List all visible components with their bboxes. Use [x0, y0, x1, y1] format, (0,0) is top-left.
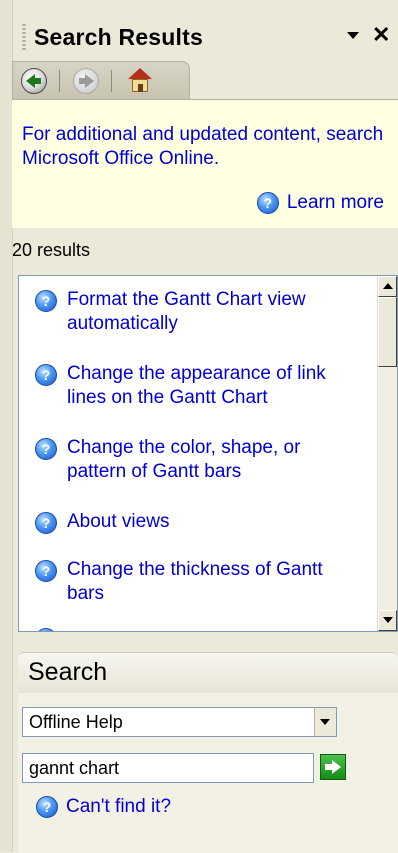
- arrow-down-icon: [383, 617, 393, 623]
- search-section: Search Offline Help ? Can't find it?: [18, 652, 398, 853]
- search-input[interactable]: [22, 753, 314, 783]
- help-topic-icon: ?: [35, 438, 57, 460]
- result-item[interactable]: ? Change the thickness of Gantt bars: [35, 558, 357, 606]
- help-topic-icon: ?: [35, 512, 57, 534]
- close-icon[interactable]: ✕: [372, 24, 390, 46]
- back-button[interactable]: [21, 68, 47, 94]
- result-link[interactable]: Format the Gantt Chart view automaticall…: [67, 288, 357, 336]
- chevron-down-icon: [320, 719, 330, 725]
- scroll-up-button[interactable]: [378, 276, 397, 297]
- result-item[interactable]: ? About views: [35, 510, 357, 534]
- result-link[interactable]: Change the appearance of link lines on t…: [67, 362, 357, 410]
- help-icon: ?: [36, 796, 58, 818]
- online-content-banner: For additional and updated content, sear…: [12, 99, 398, 228]
- forward-button[interactable]: [73, 68, 99, 94]
- help-icon: ?: [256, 192, 279, 214]
- result-item[interactable]: ? Format the Gantt Chart view automatica…: [35, 288, 357, 336]
- home-icon: [127, 68, 153, 94]
- pane-menu-dropdown-icon[interactable]: [347, 32, 359, 39]
- scroll-down-button[interactable]: [378, 610, 397, 631]
- result-link[interactable]: Change the color, shape, or pattern of G…: [67, 436, 357, 484]
- drag-grip[interactable]: [22, 24, 26, 52]
- result-link[interactable]: About views: [67, 510, 357, 534]
- title-bar: Search Results ✕: [12, 14, 398, 58]
- nav-toolbar: [12, 61, 190, 100]
- home-button[interactable]: [127, 68, 153, 94]
- toolbar-separator: [111, 70, 112, 92]
- start-search-button[interactable]: [320, 754, 346, 780]
- help-topic-icon: ?: [35, 560, 57, 582]
- online-content-link[interactable]: For additional and updated content, sear…: [22, 123, 392, 171]
- toolbar-separator: [59, 70, 60, 92]
- search-title: Search: [28, 658, 108, 686]
- scroll-thumb[interactable]: [378, 297, 397, 367]
- learn-more-link[interactable]: ? Learn more: [256, 192, 384, 214]
- dropdown-button[interactable]: [314, 708, 336, 736]
- results-scrollbar[interactable]: [377, 276, 397, 631]
- forward-arrow-icon: [73, 68, 99, 94]
- cant-find-label: Can't find it?: [66, 796, 172, 817]
- go-arrow-icon: [332, 760, 341, 774]
- task-pane: Search Results ✕ For additional and upda…: [0, 0, 398, 853]
- help-topic-icon: ?: [35, 364, 57, 386]
- result-item[interactable]: ? Change the appearance of link lines on…: [35, 362, 357, 410]
- pane-title: Search Results: [34, 24, 203, 50]
- help-topic-icon: ?: [35, 290, 57, 312]
- result-item-partial[interactable]: ?: [35, 626, 57, 631]
- back-arrow-icon: [21, 68, 47, 94]
- results-count: 20 results: [12, 240, 91, 260]
- result-link[interactable]: Change the thickness of Gantt bars: [67, 558, 357, 606]
- search-header: Search: [18, 653, 398, 693]
- help-topic-icon: ?: [35, 628, 57, 631]
- arrow-up-icon: [383, 283, 393, 289]
- search-scope-select[interactable]: Offline Help: [22, 707, 337, 737]
- results-list: ? Format the Gantt Chart view automatica…: [18, 275, 398, 632]
- result-item[interactable]: ? Change the color, shape, or pattern of…: [35, 436, 357, 484]
- learn-more-label: Learn more: [286, 192, 384, 213]
- cant-find-it-link[interactable]: ? Can't find it?: [36, 796, 171, 818]
- search-scope-value: Offline Help: [29, 712, 123, 732]
